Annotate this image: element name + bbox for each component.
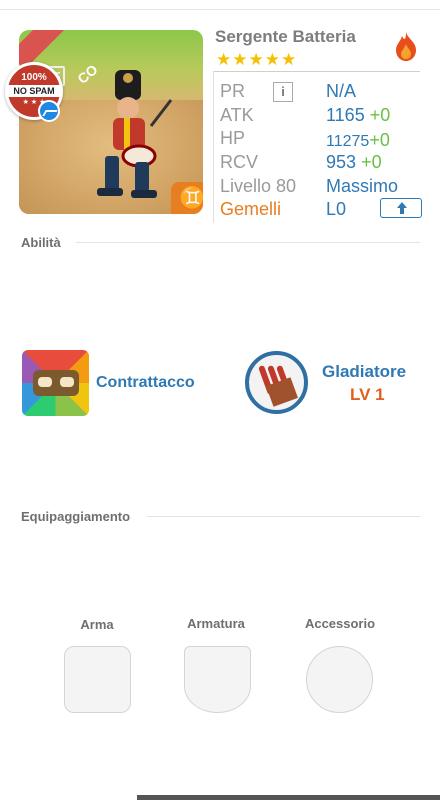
stat-value: 11275 — [326, 133, 370, 150]
skill-face-graphic — [33, 370, 79, 396]
equipment-heading: Equipaggiamento — [21, 509, 131, 524]
accessory-slot[interactable] — [306, 646, 373, 713]
slot-label-accessory: Accessorio — [304, 616, 376, 631]
stat-label: RCV — [220, 152, 259, 172]
stat-value: 953 — [326, 152, 357, 172]
stat-plus: +0 — [369, 130, 390, 150]
stat-label: HP — [220, 128, 246, 148]
stat-value: N/A — [326, 81, 357, 101]
card-name: Sergente Batteria — [215, 27, 356, 46]
stat-label: Livello 80 — [220, 176, 297, 196]
trait-icon[interactable] — [245, 351, 308, 414]
skill-icon[interactable] — [22, 350, 89, 416]
trait-name[interactable]: Gladiatore — [322, 362, 406, 382]
home-indicator[interactable] — [137, 795, 440, 800]
zodiac-label: Gemelli — [220, 199, 282, 219]
skill-name[interactable]: Contrattacco — [96, 374, 195, 392]
abilities-heading: Abilità — [21, 235, 61, 250]
stat-value: Massimo — [326, 176, 399, 196]
abilities-divider — [76, 242, 420, 243]
top-divider — [0, 9, 440, 10]
info-divider — [214, 71, 420, 72]
upgrade-arrow-button[interactable] — [380, 198, 422, 218]
messenger-icon[interactable] — [38, 100, 60, 122]
card-portrait[interactable]: CO ♊ — [19, 30, 203, 214]
info-icon[interactable]: i — [273, 82, 293, 102]
stat-plus: +0 — [361, 152, 382, 172]
fire-icon — [396, 32, 416, 61]
stat-label: PR — [220, 81, 246, 101]
stat-value-group: 953 +0 — [326, 152, 382, 173]
stat-value-group: 11275+0 — [326, 130, 390, 151]
zodiac-level: L0 — [326, 199, 347, 219]
armor-slot[interactable] — [184, 646, 251, 713]
equipment-divider — [147, 516, 420, 517]
slot-label-armor: Armatura — [187, 616, 245, 631]
stat-value: 1165 — [326, 105, 365, 125]
slot-label-weapon: Arma — [80, 617, 114, 632]
weapon-slot[interactable] — [64, 646, 131, 713]
rarity-stars: ★★★★★ — [216, 50, 298, 69]
soldier-character-image — [97, 70, 173, 198]
stat-label: ATK — [220, 105, 254, 125]
gemini-icon: ♊ — [171, 182, 203, 214]
stat-value-group: 1165 +0 — [326, 105, 390, 126]
trait-level: LV 1 — [350, 385, 385, 404]
info-vertical-divider — [213, 71, 214, 223]
stat-plus: +0 — [369, 105, 391, 125]
trait-shield-graphic — [266, 377, 298, 407]
